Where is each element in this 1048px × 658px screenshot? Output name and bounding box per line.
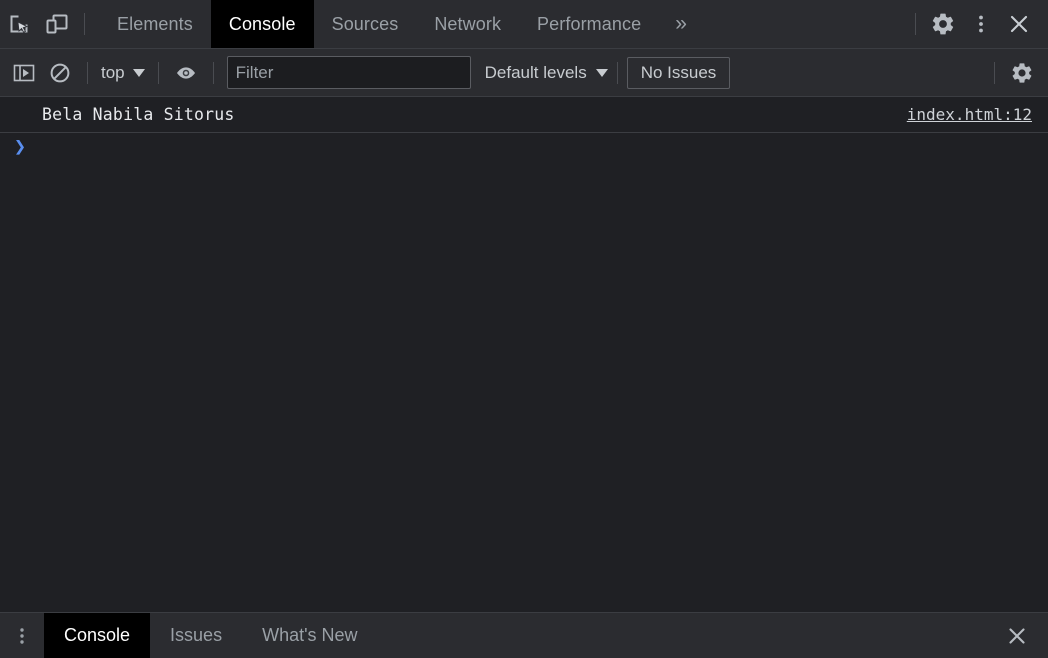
- more-tabs-button[interactable]: »: [659, 0, 703, 48]
- live-expression-eye-icon[interactable]: [168, 56, 204, 90]
- console-log-source-link[interactable]: index.html:12: [907, 105, 1032, 124]
- issues-status-button[interactable]: No Issues: [626, 56, 731, 89]
- drawer-tab-issues-label: Issues: [170, 625, 223, 645]
- log-level-label: Default levels: [484, 62, 587, 82]
- toolbar-right-actions: [907, 0, 1048, 48]
- panel-tab-strip: Elements Console Sources Network Perform…: [99, 0, 703, 48]
- devtools-window: Elements Console Sources Network Perform…: [0, 0, 1048, 658]
- prompt-chevron-icon: ❯: [14, 134, 27, 158]
- tab-elements-label: Elements: [117, 13, 193, 34]
- console-settings-gear-icon[interactable]: [1004, 56, 1040, 90]
- close-icon-glyph: [1010, 15, 1028, 33]
- tab-performance-label: Performance: [537, 13, 642, 34]
- execution-context-selector[interactable]: top: [97, 61, 149, 85]
- console-filter-toolbar: top Default levels No Issues: [0, 49, 1048, 97]
- console-prompt-row[interactable]: ❯: [0, 133, 1048, 167]
- gear-icon-glyph: [932, 13, 954, 35]
- settings-gear-icon[interactable]: [924, 5, 962, 43]
- tab-network[interactable]: Network: [416, 0, 519, 48]
- clear-console-icon-glyph: [50, 63, 70, 82]
- close-icon-glyph: [1009, 627, 1025, 644]
- log-level-selector[interactable]: Default levels: [485, 63, 608, 83]
- drawer-tab-console[interactable]: Console: [44, 613, 151, 658]
- tab-sources[interactable]: Sources: [314, 0, 417, 48]
- chevron-down-icon: [132, 68, 145, 77]
- filter-divider-4: [616, 61, 618, 84]
- filter-divider-1: [87, 61, 88, 84]
- tab-sources-label: Sources: [331, 13, 399, 34]
- filter-divider-3: [212, 61, 214, 84]
- gear-icon-glyph: [1012, 62, 1032, 83]
- inspect-cursor-icon[interactable]: [0, 5, 38, 43]
- more-tabs-chevron-icon: »: [675, 12, 687, 35]
- main-menu-kebab-icon[interactable]: [962, 5, 1000, 43]
- drawer-tab-console-label: Console: [64, 625, 131, 645]
- filter-right-actions: [985, 56, 1048, 90]
- console-sidebar-icon-glyph: [13, 64, 35, 81]
- chevron-down-icon: [595, 68, 608, 77]
- eye-icon-glyph: [176, 66, 195, 79]
- main-toolbar: Elements Console Sources Network Perform…: [0, 0, 1048, 49]
- console-filter-input[interactable]: [226, 56, 471, 89]
- drawer-tab-whats-new[interactable]: What's New: [242, 613, 377, 658]
- console-sidebar-toggle-icon[interactable]: [6, 56, 42, 90]
- tab-network-label: Network: [434, 13, 502, 34]
- filter-divider-5: [994, 61, 995, 84]
- tab-performance[interactable]: Performance: [519, 0, 659, 48]
- clear-console-icon[interactable]: [42, 56, 78, 90]
- toolbar-divider-right: [915, 13, 916, 35]
- drawer-tab-whats-new-label: What's New: [262, 625, 358, 645]
- console-log-row[interactable]: Bela Nabila Sitorus index.html:12: [0, 97, 1048, 133]
- device-toggle-icon-glyph: [46, 14, 68, 34]
- tab-console-label: Console: [228, 13, 296, 34]
- console-prompt-input[interactable]: [26, 136, 1048, 167]
- drawer-menu-kebab-icon[interactable]: [0, 613, 44, 658]
- filter-divider-2: [157, 61, 159, 84]
- tab-console[interactable]: Console: [210, 0, 314, 48]
- close-devtools-icon[interactable]: [1000, 5, 1038, 43]
- toolbar-divider: [84, 13, 85, 35]
- tab-elements[interactable]: Elements: [99, 0, 211, 48]
- drawer-tab-bar: Console Issues What's New: [0, 612, 1048, 658]
- kebab-menu-icon-glyph: [20, 627, 24, 644]
- console-message-area[interactable]: Bela Nabila Sitorus index.html:12 ❯: [0, 97, 1048, 612]
- kebab-menu-icon-glyph: [979, 15, 983, 33]
- inspect-cursor-icon-glyph: [10, 15, 29, 33]
- execution-context-label: top: [101, 62, 125, 82]
- drawer-tab-issues[interactable]: Issues: [150, 613, 242, 658]
- console-log-text: Bela Nabila Sitorus: [42, 105, 235, 124]
- drawer-right-actions: [1000, 613, 1048, 658]
- close-drawer-icon[interactable]: [1000, 619, 1034, 653]
- device-toggle-icon[interactable]: [38, 5, 76, 43]
